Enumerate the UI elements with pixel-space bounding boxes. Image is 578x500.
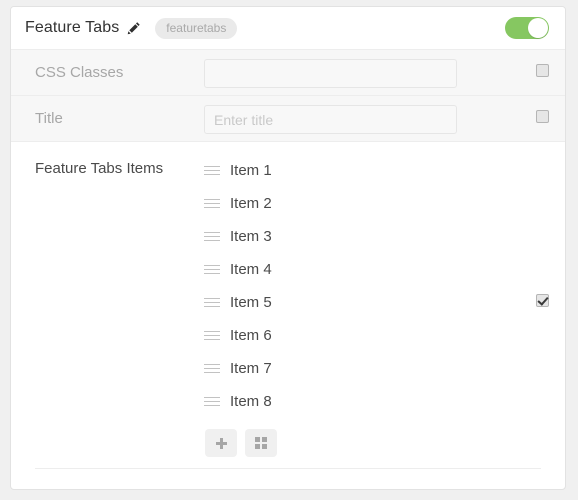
feature-tabs-items-check-wrap bbox=[521, 142, 549, 307]
toggle-knob bbox=[528, 18, 548, 38]
list-item-label: Item 3 bbox=[230, 228, 272, 245]
panel-bottom-divider bbox=[35, 468, 541, 469]
css-classes-input[interactable] bbox=[204, 59, 457, 88]
field-row-css-classes: CSS Classes bbox=[11, 49, 565, 95]
list-item-label: Item 4 bbox=[230, 261, 272, 278]
list-item-label: Item 7 bbox=[230, 360, 272, 377]
grid-view-button[interactable] bbox=[245, 429, 277, 457]
status-badge: featuretabs bbox=[155, 17, 238, 39]
add-item-button[interactable] bbox=[205, 429, 237, 457]
drag-handle-icon[interactable] bbox=[204, 395, 220, 409]
drag-handle-icon[interactable] bbox=[204, 296, 220, 310]
drag-handle-icon[interactable] bbox=[204, 362, 220, 376]
feature-tabs-items-checkbox[interactable] bbox=[536, 294, 549, 307]
list-item[interactable]: Item 2 bbox=[204, 187, 521, 220]
panel-header: Feature Tabs featuretabs bbox=[11, 7, 565, 49]
title-check-wrap bbox=[521, 96, 549, 123]
grid-icon bbox=[255, 437, 267, 449]
list-item-label: Item 8 bbox=[230, 393, 272, 410]
list-item[interactable]: Item 8 bbox=[204, 385, 521, 418]
feature-tabs-panel: Feature Tabs featuretabs CSS Classes Tit… bbox=[10, 6, 566, 490]
items-actions bbox=[205, 429, 521, 457]
list-item[interactable]: Item 1 bbox=[204, 154, 521, 187]
drag-handle-icon[interactable] bbox=[204, 164, 220, 178]
feature-tabs-items-label: Feature Tabs Items bbox=[35, 160, 164, 177]
list-item[interactable]: Item 6 bbox=[204, 319, 521, 352]
drag-handle-icon[interactable] bbox=[204, 329, 220, 343]
list-item[interactable]: Item 7 bbox=[204, 352, 521, 385]
enable-toggle[interactable] bbox=[505, 17, 549, 39]
title-input[interactable] bbox=[204, 105, 457, 134]
page-title: Feature Tabs bbox=[25, 19, 120, 36]
drag-handle-icon[interactable] bbox=[204, 197, 220, 211]
list-item-label: Item 2 bbox=[230, 195, 272, 212]
items-list: Item 1 Item 2 Item 3 Item 4 Item 5 Item … bbox=[204, 142, 521, 461]
field-row-title: Title bbox=[11, 95, 565, 141]
css-classes-label: CSS Classes bbox=[35, 64, 124, 81]
drag-handle-icon[interactable] bbox=[204, 263, 220, 277]
title-checkbox[interactable] bbox=[536, 110, 549, 123]
css-classes-checkbox[interactable] bbox=[536, 64, 549, 77]
list-item[interactable]: Item 5 bbox=[204, 286, 521, 319]
list-item[interactable]: Item 4 bbox=[204, 253, 521, 286]
plus-icon bbox=[215, 437, 227, 449]
feature-tabs-items-field-wrap: Item 1 Item 2 Item 3 Item 4 Item 5 Item … bbox=[204, 142, 521, 461]
drag-handle-icon[interactable] bbox=[204, 230, 220, 244]
list-item-label: Item 6 bbox=[230, 327, 272, 344]
list-item-label: Item 1 bbox=[230, 162, 272, 179]
title-field-wrap bbox=[204, 96, 521, 134]
css-classes-check-wrap bbox=[521, 50, 549, 77]
list-item[interactable]: Item 3 bbox=[204, 220, 521, 253]
field-row-feature-tabs-items: Feature Tabs Items Item 1 Item 2 Item 3 bbox=[11, 141, 565, 461]
list-item-label: Item 5 bbox=[230, 294, 272, 311]
pencil-icon[interactable] bbox=[127, 21, 141, 35]
title-label: Title bbox=[35, 110, 63, 127]
css-classes-field-wrap bbox=[204, 50, 521, 88]
